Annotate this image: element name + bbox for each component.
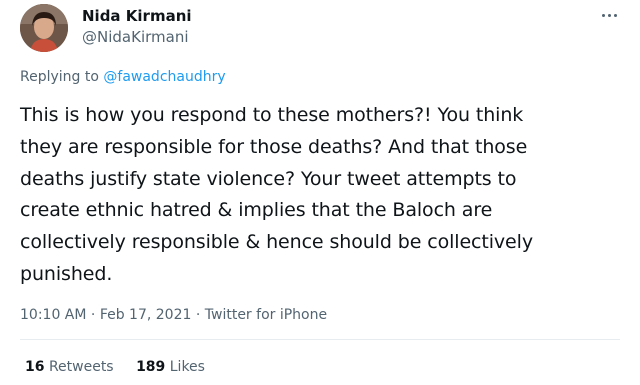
replying-to-handle-link[interactable]: @fawadchaudhry xyxy=(103,69,225,85)
avatar-image xyxy=(20,4,68,52)
tweet-text-line: create ethnic hatred & implies that the … xyxy=(20,199,493,222)
author-handle[interactable]: @NidaKirmani xyxy=(82,28,189,46)
tweet-text-line: collectively responsible & hence should … xyxy=(20,231,533,254)
retweets-stat[interactable]: 16 Retweets xyxy=(25,359,114,375)
replying-to: Replying to @fawadchaudhry xyxy=(20,69,226,85)
profile-avatar[interactable] xyxy=(20,4,68,52)
likes-label: Likes xyxy=(169,359,205,375)
likes-stat[interactable]: 189 Likes xyxy=(136,359,205,375)
meta-separator: · xyxy=(195,307,201,323)
divider xyxy=(20,339,620,340)
tweet-text-line: deaths justify state violence? Your twee… xyxy=(20,167,517,190)
retweets-count: 16 xyxy=(25,359,45,375)
tweet-source[interactable]: Twitter for iPhone xyxy=(205,307,327,323)
meta-separator: · xyxy=(90,307,96,323)
retweets-label: Retweets xyxy=(48,359,114,375)
tweet-stats: 16 Retweets 189 Likes xyxy=(25,359,223,375)
ellipsis-icon[interactable] xyxy=(596,8,622,22)
tweet-text-line: they are responsible for those deaths? A… xyxy=(20,135,528,158)
tweet-meta: 10:10 AM · Feb 17, 2021 · Twitter for iP… xyxy=(20,307,327,323)
replying-to-prefix: Replying to xyxy=(20,69,99,85)
tweet-text-line: This is how you respond to these mothers… xyxy=(20,104,524,126)
tweet-text: This is how you respond to these mothers… xyxy=(20,100,632,291)
tweet-card: Nida Kirmani @NidaKirmani Replying to @f… xyxy=(0,0,640,385)
tweet-time[interactable]: 10:10 AM xyxy=(20,307,86,323)
tweet-text-line: punished. xyxy=(20,262,113,285)
author-name[interactable]: Nida Kirmani xyxy=(82,7,192,25)
tweet-date[interactable]: Feb 17, 2021 xyxy=(100,307,192,323)
likes-count: 189 xyxy=(136,359,166,375)
